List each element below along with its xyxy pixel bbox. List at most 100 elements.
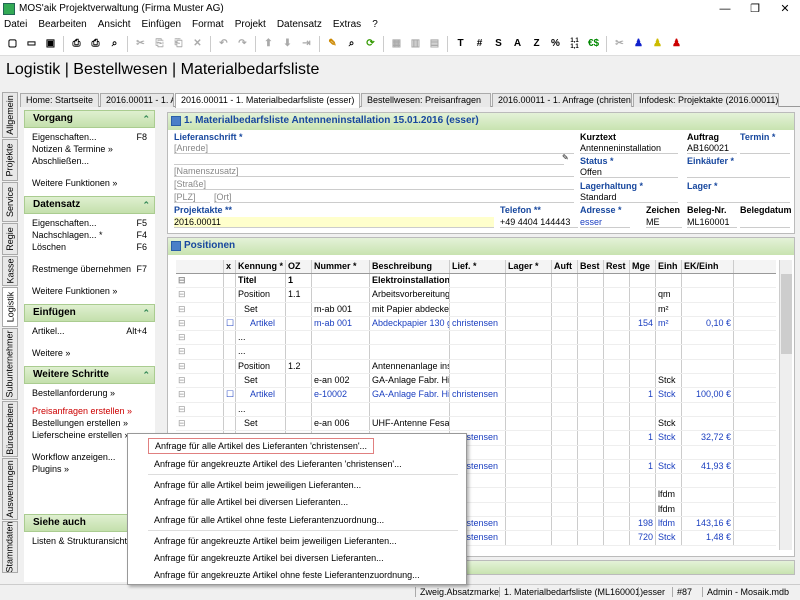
address-line-field[interactable] xyxy=(174,154,564,165)
schritt-bestellanforderung[interactable]: Bestellanforderung » xyxy=(32,388,147,400)
collapse-icon[interactable]: ⌃ xyxy=(142,197,150,213)
adresse-field[interactable]: esser xyxy=(580,217,630,228)
menu-extras[interactable]: Extras xyxy=(333,19,361,30)
kurztext-field[interactable]: Antenneninstallation xyxy=(580,143,678,154)
move-up-icon[interactable]: ⬆ xyxy=(259,35,278,53)
table-row[interactable]: ⊟☐Artikel e-10002GA-Anlage Fabr. Hirsch..… xyxy=(176,388,776,403)
vorgang-eigenschaften[interactable]: Eigenschaften... F8 xyxy=(32,132,147,144)
telefon-field[interactable]: +49 4404 144443 xyxy=(500,217,578,228)
bold-t-icon[interactable]: T xyxy=(451,35,470,53)
column-header[interactable]: x xyxy=(224,260,236,273)
section-vorgang-header[interactable]: Vorgang ⌃ xyxy=(24,110,155,128)
table-row[interactable]: ⊟... xyxy=(176,345,776,360)
datensatz-nachschlagen[interactable]: Nachschlagen... * F4 xyxy=(32,230,147,242)
einkaeufer-field[interactable] xyxy=(687,167,790,178)
vtab-regie[interactable]: Regie xyxy=(2,223,18,255)
menu-anfrage-angekreuzt-christensen[interactable]: Anfrage für angekreuzte Artikel des Lief… xyxy=(154,459,402,469)
table-row[interactable]: ⊟ Set e-an 002GA-Anlage Fabr. Hirsch... Stc… xyxy=(176,374,776,389)
currency-icon[interactable]: €$ xyxy=(584,35,603,53)
refresh-icon[interactable]: ⟳ xyxy=(361,35,380,53)
minimize-button[interactable]: — xyxy=(710,3,740,15)
doc-tab-preisanfragen[interactable]: Bestellwesen: Preisanfragen xyxy=(361,93,491,107)
vtab-bueroarbeiten[interactable]: Büroarbeiten xyxy=(2,401,18,457)
doc-tab-anfrage[interactable]: 2016.00011 - 1. Anfrage (christens xyxy=(492,93,632,107)
redo-icon[interactable]: ↷ xyxy=(233,35,252,53)
column-header[interactable]: EK/Einh xyxy=(682,260,734,273)
scrollbar-thumb[interactable] xyxy=(781,274,792,354)
preview-icon[interactable]: ⌕ xyxy=(105,35,124,53)
column-header[interactable] xyxy=(176,260,224,273)
column-header[interactable]: Beschreibung xyxy=(370,260,450,273)
edit-icon[interactable]: ✎ xyxy=(323,35,342,53)
collapse-icon[interactable]: ⌃ xyxy=(142,305,150,321)
lager-field[interactable] xyxy=(687,192,790,203)
move-down-icon[interactable]: ⬇ xyxy=(278,35,297,53)
restore-button[interactable]: ❐ xyxy=(740,2,770,15)
doc-tab-materialbedarfsliste[interactable]: 2016.00011 - 1. Materialbedarfsliste (es… xyxy=(175,93,360,108)
belegnr-field[interactable]: ML160001 xyxy=(687,217,737,228)
user-blue-icon[interactable]: ♟ xyxy=(629,35,648,53)
hash-icon[interactable]: # xyxy=(470,35,489,53)
doc-tab-anfrage-short[interactable]: 2016.00011 - 1. A xyxy=(100,93,174,107)
a-icon[interactable]: A xyxy=(508,35,527,53)
s-icon[interactable]: S xyxy=(489,35,508,53)
menu-anfrage-alle-christensen[interactable]: Anfrage für alle Artikel des Lieferanten… xyxy=(148,438,375,454)
print-icon[interactable]: ⎙ xyxy=(67,35,86,53)
datensatz-eigenschaften[interactable]: Eigenschaften... F5 xyxy=(32,218,147,230)
menu-anfrage-alle-diversen[interactable]: Anfrage für alle Artikel bei diversen Li… xyxy=(154,497,348,507)
vtab-allgemein[interactable]: Allgemein xyxy=(2,92,18,138)
address-edit-icon[interactable]: ✎ xyxy=(562,153,569,162)
column-header[interactable]: Mge xyxy=(630,260,656,273)
column-header[interactable]: Einh xyxy=(656,260,682,273)
grid-icon[interactable]: ▦ xyxy=(387,35,406,53)
projektakte-field[interactable]: 2016.00011 xyxy=(174,217,494,228)
user-red-icon[interactable]: ♟ xyxy=(667,35,686,53)
datensatz-weitere-funktionen[interactable]: Weitere Funktionen » xyxy=(32,286,147,298)
close-button[interactable]: ✕ xyxy=(770,2,800,15)
vtab-stammdaten[interactable]: Stammdaten xyxy=(2,521,18,573)
vorgang-weitere-funktionen[interactable]: Weitere Funktionen » xyxy=(32,178,147,190)
menu-anfrage-angekreuzt-diversen[interactable]: Anfrage für angekreuzte Artikel bei dive… xyxy=(154,553,384,563)
percent-icon[interactable]: % xyxy=(546,35,565,53)
column-header[interactable]: OZ xyxy=(286,260,312,273)
column-header[interactable]: Rest xyxy=(604,260,630,273)
column-header[interactable]: Nummer * xyxy=(312,260,370,273)
zeichen-field[interactable]: ME xyxy=(646,217,682,228)
vtab-service[interactable]: Service xyxy=(2,182,18,222)
new-icon[interactable]: ▢ xyxy=(3,35,22,53)
table-row[interactable]: ⊟... xyxy=(176,402,776,417)
undo-icon[interactable]: ↶ xyxy=(214,35,233,53)
vtab-subunternehmer[interactable]: Subunternehmer xyxy=(2,328,18,400)
schritt-bestellungen[interactable]: Bestellungen erstellen » xyxy=(32,418,147,430)
menu-format[interactable]: Format xyxy=(192,19,224,30)
menu-anfrage-angekreuzt-jeweiligen[interactable]: Anfrage für angekreuzte Artikel beim jew… xyxy=(154,536,397,546)
table-row[interactable]: ⊟ Set e-an 006UHF-Antenne Fesa 717... Stck xyxy=(176,416,776,432)
schritt-preisanfragen[interactable]: Preisanfragen erstellen » xyxy=(32,406,147,418)
print-preview-icon[interactable]: ⎙ xyxy=(86,35,105,53)
vtab-logistik[interactable]: Logistik xyxy=(2,287,18,327)
column-header[interactable]: Lager * xyxy=(506,260,552,273)
strasse-field[interactable]: [Straße] xyxy=(174,179,574,190)
menu-einfuegen[interactable]: Einfügen xyxy=(142,19,181,30)
user-yellow-icon[interactable]: ♟ xyxy=(648,35,667,53)
columns-icon[interactable]: ▥ xyxy=(406,35,425,53)
termin-field[interactable] xyxy=(740,143,790,154)
ort-field[interactable]: [Ort] xyxy=(214,192,574,203)
table-row[interactable]: ⊟ ☐ Artikel m-ab 001 Abdeckpapier 130 g chris… xyxy=(176,316,776,332)
column-header[interactable]: Best xyxy=(578,260,604,273)
section-datensatz-header[interactable]: Datensatz ⌃ xyxy=(24,196,155,214)
menu-projekt[interactable]: Projekt xyxy=(235,19,266,30)
open-icon[interactable]: ▭ xyxy=(22,35,41,53)
table-row[interactable]: ⊟ Position 1.1 Arbeitsvorbereitung qm xyxy=(176,288,776,303)
section-weitere-schritte-header[interactable]: Weitere Schritte ⌃ xyxy=(24,366,155,384)
vorgang-abschliessen[interactable]: Abschließen... xyxy=(32,156,147,168)
datensatz-loeschen[interactable]: Löschen F6 xyxy=(32,242,147,254)
table-row[interactable]: ⊟ Set m-ab 001mit Papier abdecken un... m² xyxy=(176,302,776,317)
indent-icon[interactable]: ⇥ xyxy=(297,35,316,53)
vertical-scrollbar[interactable] xyxy=(779,260,792,550)
collapse-icon[interactable]: ⌃ xyxy=(142,111,150,127)
einfuegen-weitere[interactable]: Weitere » xyxy=(32,348,147,360)
section-einfuegen-header[interactable]: Einfügen ⌃ xyxy=(24,304,155,322)
table-row[interactable]: ⊟ Titel1 Elektroinstallationsa... xyxy=(176,274,776,289)
anrede-field[interactable]: [Anrede] xyxy=(174,143,574,154)
